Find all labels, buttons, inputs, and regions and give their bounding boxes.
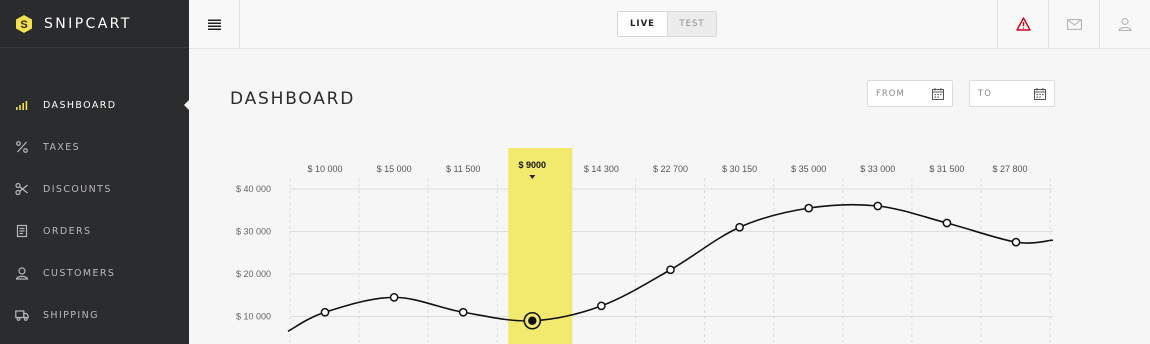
mode-toggle: LIVE TEST	[617, 11, 717, 37]
receipt-icon	[15, 224, 29, 238]
sales-chart: $ 10 000 $ 15 000 $ 11 500 $ 9000 $ 14 300 $ …	[189, 140, 1150, 344]
sidebar-item-customers[interactable]: CUSTOMERS	[0, 252, 189, 294]
data-point[interactable]	[458, 307, 468, 317]
point-value-label: $ 11 500	[446, 164, 480, 174]
sidebar-item-label: DISCOUNTS	[43, 183, 112, 195]
point-value-label: $ 10 000	[307, 164, 342, 174]
sidebar-item-label: ORDERS	[43, 225, 92, 237]
calendar-icon[interactable]	[932, 88, 944, 100]
user-icon	[1118, 17, 1132, 31]
data-point[interactable]	[873, 201, 883, 211]
sidebar-item-label: SHIPPING	[43, 309, 99, 321]
snipcart-logo-icon: S	[16, 14, 32, 33]
data-point[interactable]	[735, 222, 744, 232]
mail-icon	[1066, 18, 1082, 30]
sidebar: S SNIPCART DASHBOARD TAXES DISCOUNTS ORD…	[0, 0, 190, 344]
date-from-placeholder: FROM	[876, 88, 905, 99]
warning-icon	[1015, 17, 1031, 31]
data-point[interactable]	[597, 301, 606, 311]
menu-button[interactable]	[189, 0, 240, 48]
sidebar-item-discounts[interactable]: DISCOUNTS	[0, 168, 189, 210]
live-mode-button[interactable]: LIVE	[618, 12, 667, 36]
bar-chart-icon	[15, 98, 29, 112]
point-value-label: $ 35 000	[791, 164, 826, 174]
brand[interactable]: S SNIPCART	[0, 0, 189, 48]
y-tick-label: $ 30 000	[236, 227, 271, 237]
date-from-field[interactable]: FROM	[867, 80, 953, 107]
percent-icon	[15, 140, 29, 154]
point-value-label: $ 27 800	[992, 164, 1027, 174]
date-to-field[interactable]: TO	[969, 80, 1055, 107]
sidebar-item-shipping[interactable]: SHIPPING	[0, 294, 189, 336]
alerts-button[interactable]	[997, 0, 1048, 48]
messages-button[interactable]	[1048, 0, 1099, 48]
y-tick-label: $ 20 000	[236, 269, 271, 279]
date-to-placeholder: TO	[978, 88, 992, 99]
point-value-label: $ 22 700	[653, 164, 688, 174]
brand-name: SNIPCART	[44, 15, 132, 32]
sidebar-item-label: DASHBOARD	[43, 99, 117, 111]
data-point[interactable]	[666, 265, 675, 275]
account-button[interactable]	[1099, 0, 1150, 48]
topbar: LIVE TEST	[189, 0, 1150, 49]
data-point-selected[interactable]	[528, 316, 537, 325]
y-tick-label: $ 40 000	[236, 184, 271, 194]
data-point[interactable]	[389, 293, 399, 302]
test-mode-button[interactable]: TEST	[667, 12, 716, 36]
point-value-label: $ 30 150	[722, 164, 757, 174]
data-point[interactable]	[320, 307, 330, 317]
point-value-label: $ 15 000	[377, 164, 412, 174]
point-value-label: $ 14 300	[584, 164, 619, 174]
sidebar-item-orders[interactable]: ORDERS	[0, 210, 189, 252]
point-value-label: $ 9000	[519, 160, 547, 170]
data-point[interactable]	[804, 203, 814, 213]
page-title: DASHBOARD	[230, 89, 356, 109]
point-value-label: $ 33 000	[860, 164, 895, 174]
sidebar-item-label: CUSTOMERS	[43, 267, 116, 279]
chart-highlight	[508, 148, 573, 344]
scissors-icon	[15, 182, 29, 196]
user-icon	[15, 266, 29, 280]
sidebar-item-taxes[interactable]: TAXES	[0, 126, 189, 168]
svg-text:S: S	[20, 19, 27, 31]
hamburger-icon	[207, 19, 221, 30]
y-tick-label: $ 10 000	[236, 312, 271, 322]
point-value-label: $ 31 500	[929, 164, 964, 174]
data-point[interactable]	[942, 218, 952, 228]
data-point[interactable]	[1011, 237, 1021, 247]
sidebar-nav: DASHBOARD TAXES DISCOUNTS ORDERS CUSTOME…	[0, 84, 190, 336]
highlight-band	[508, 148, 573, 344]
calendar-icon[interactable]	[1034, 88, 1046, 100]
sidebar-item-label: TAXES	[43, 141, 81, 153]
truck-icon	[15, 308, 29, 322]
sidebar-item-dashboard[interactable]: DASHBOARD	[0, 84, 190, 126]
